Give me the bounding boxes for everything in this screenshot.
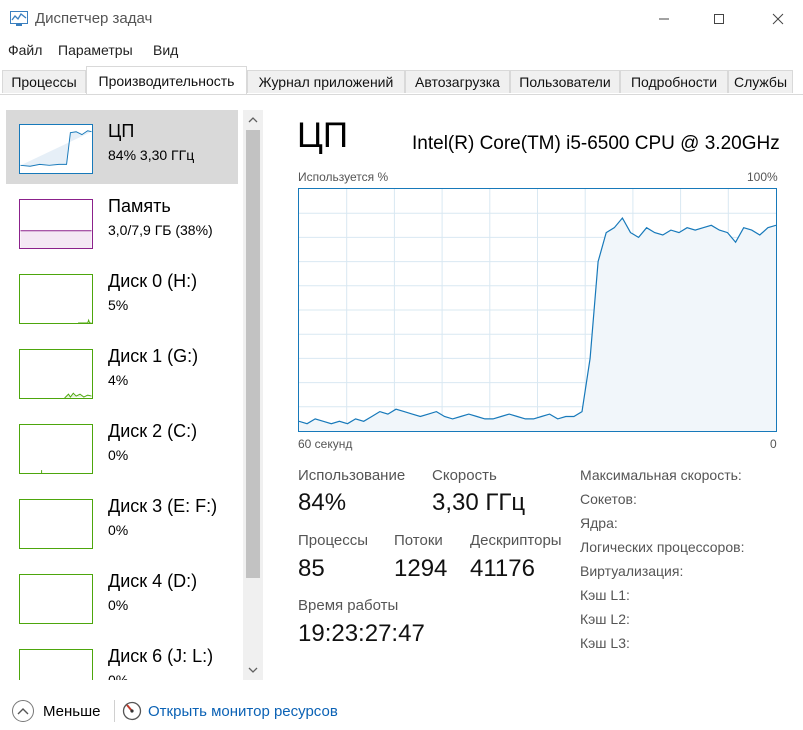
item-sub: 4% (108, 372, 129, 388)
spec-sockets: Сокетов: (580, 491, 637, 507)
item-name: Диск 3 (E: F:) (108, 496, 218, 516)
handles-value: 41176 (470, 555, 535, 582)
maximize-icon[interactable] (696, 0, 742, 38)
item-name: Диск 0 (H:) (108, 271, 198, 291)
item-sub: 3,0/7,9 ГБ (38%) (108, 222, 213, 238)
uptime-value: 19:23:27:47 (298, 620, 425, 647)
spec-virtualization: Виртуализация: (580, 563, 684, 579)
item-name: Диск 6 (J: L:) (108, 646, 214, 666)
item-name: Диск 4 (D:) (108, 571, 198, 591)
menu-file[interactable]: Файл (8, 42, 42, 58)
minimize-icon[interactable] (641, 0, 687, 38)
chevron-up-icon[interactable] (12, 700, 34, 722)
item-name: ЦП (108, 121, 135, 141)
page-title: ЦП (297, 116, 349, 155)
resource-item-disk-2[interactable]: Диск 2 (C:) 0% (6, 410, 238, 484)
spec-max-speed: Максимальная скорость: (580, 467, 742, 483)
scrollbar-thumb[interactable] (246, 130, 260, 578)
resource-item-disk-0[interactable]: Диск 0 (H:) 5% (6, 260, 238, 334)
tab-app-history[interactable]: Журнал приложений (247, 70, 405, 93)
usage-value: 84% (298, 489, 347, 516)
item-name: Диск 1 (G:) (108, 346, 199, 366)
window-title: Диспетчер задач (35, 10, 153, 27)
menu-bar: Файл Параметры Вид (0, 38, 803, 64)
item-name: Диск 2 (C:) (108, 421, 198, 441)
spec-cache-l1: Кэш L1: (580, 587, 630, 603)
resource-item-disk-3[interactable]: Диск 3 (E: F:) 0% (6, 485, 238, 559)
tab-processes[interactable]: Процессы (2, 70, 86, 93)
graph-label-left: Используется % (298, 170, 389, 184)
fewer-details-button[interactable]: Меньше (43, 703, 100, 720)
handles-label: Дескрипторы (470, 532, 562, 549)
open-resource-monitor-link[interactable]: Открыть монитор ресурсов (148, 703, 338, 720)
resource-list: ЦП 84% 3,30 ГГц Память 3,0/7,9 ГБ (38%) … (0, 95, 266, 680)
resource-item-disk-1[interactable]: Диск 1 (G:) 4% (6, 335, 238, 409)
item-sub: 0% (108, 447, 129, 463)
tab-startup[interactable]: Автозагрузка (405, 70, 510, 93)
resource-item-cpu[interactable]: ЦП 84% 3,30 ГГц (6, 110, 238, 184)
threads-value: 1294 (394, 555, 448, 582)
item-sub: 0% (108, 597, 129, 613)
item-name: Память (108, 196, 171, 216)
tab-details[interactable]: Подробности (620, 70, 728, 93)
disk-thumbnail (19, 424, 93, 474)
task-manager-icon (10, 11, 28, 26)
tab-users[interactable]: Пользователи (510, 70, 620, 93)
spec-logical-processors: Логических процессоров: (580, 539, 745, 555)
graph-time-right: 0 (770, 437, 777, 451)
disk-thumbnail (19, 499, 93, 549)
resource-monitor-icon[interactable] (122, 701, 142, 726)
title-bar: Диспетчер задач (0, 0, 803, 38)
footer-divider (114, 700, 115, 722)
usage-label: Использование (298, 467, 406, 484)
graph-label-right: 100% (747, 170, 778, 184)
disk-thumbnail (19, 649, 93, 680)
resource-item-memory[interactable]: Память 3,0/7,9 ГБ (38%) (6, 185, 238, 259)
menu-view[interactable]: Вид (153, 42, 178, 58)
resource-item-disk-6[interactable]: Диск 6 (J: L:) 0% (6, 635, 238, 680)
spec-cache-l2: Кэш L2: (580, 611, 630, 627)
threads-label: Потоки (394, 532, 443, 549)
item-sub: 84% 3,30 ГГц (108, 147, 195, 163)
resource-item-disk-4[interactable]: Диск 4 (D:) 0% (6, 560, 238, 634)
scroll-down-icon[interactable] (243, 662, 263, 678)
uptime-label: Время работы (298, 597, 399, 614)
close-icon[interactable] (755, 0, 801, 38)
item-sub: 0% (108, 672, 129, 680)
item-sub: 0% (108, 522, 129, 538)
tab-bar: Процессы Производительность Журнал прило… (0, 66, 803, 95)
spec-cache-l3: Кэш L3: (580, 635, 630, 651)
cpu-model: Intel(R) Core(TM) i5-6500 CPU @ 3.20GHz (412, 133, 780, 154)
cpu-usage-graph (298, 188, 777, 432)
item-sub: 5% (108, 297, 129, 313)
cpu-thumbnail (19, 124, 93, 174)
speed-label: Скорость (432, 467, 497, 484)
disk-thumbnail (19, 274, 93, 324)
disk-thumbnail (19, 574, 93, 624)
disk-thumbnail (19, 349, 93, 399)
processes-value: 85 (298, 555, 325, 582)
tab-services[interactable]: Службы (728, 70, 793, 93)
tab-performance[interactable]: Производительность (86, 66, 247, 94)
memory-thumbnail (19, 199, 93, 249)
processes-label: Процессы (298, 532, 369, 549)
menu-options[interactable]: Параметры (58, 42, 133, 58)
spec-cores: Ядра: (580, 515, 618, 531)
graph-time-left: 60 секунд (298, 437, 353, 451)
speed-value: 3,30 ГГц (432, 489, 526, 516)
scroll-up-icon[interactable] (243, 112, 263, 128)
